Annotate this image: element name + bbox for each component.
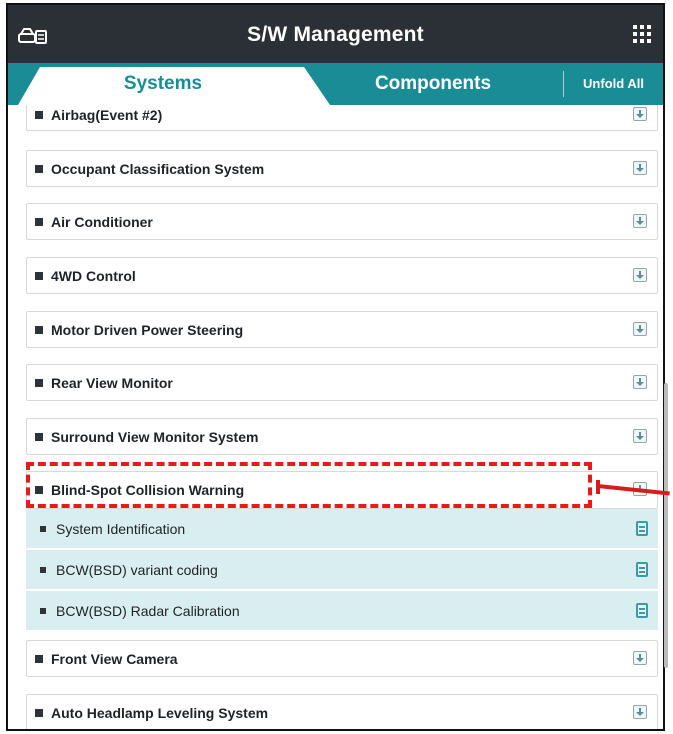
sub-list-item[interactable]: System Identification [26,509,658,549]
system-label: Surround View Monitor System [51,428,259,445]
list-item[interactable]: Motor Driven Power Steering [26,311,658,348]
bullet-icon [35,708,43,717]
document-icon[interactable] [636,602,648,618]
download-icon[interactable] [633,374,647,389]
bullet-icon [40,525,46,532]
document-icon[interactable] [636,520,648,536]
system-list: Airbag(Event #2) Occupant Classification… [8,105,663,729]
list-item[interactable]: Rear View Monitor [26,364,658,401]
list-item[interactable]: Surround View Monitor System [26,418,658,455]
sub-list-item[interactable]: BCW(BSD) Radar Calibration [26,591,658,631]
download-icon[interactable] [633,704,647,719]
document-icon[interactable] [636,561,648,577]
page-title: S/W Management [247,23,424,46]
system-label: Rear View Monitor [51,374,173,391]
app-frame: S/W Management Systems Components Unfold… [6,3,665,731]
download-icon[interactable] [633,267,647,282]
sub-item-label: BCW(BSD) Radar Calibration [56,602,240,619]
system-label: Auto Headlamp Leveling System [51,704,269,721]
system-label: Airbag(Event #2) [51,107,163,123]
list-item[interactable]: Front View Camera [26,640,658,677]
bullet-icon [35,271,43,280]
download-icon[interactable] [633,213,647,228]
bullet-icon [35,654,43,663]
system-label: Motor Driven Power Steering [51,321,244,338]
scrollbar[interactable] [664,383,668,668]
list-item[interactable]: Occupant Classification System [26,150,658,187]
download-icon[interactable] [633,160,647,175]
bullet-icon [40,607,46,614]
bullet-icon [35,378,43,387]
unfold-all-button[interactable]: Unfold All [564,69,663,99]
grid-menu-icon[interactable] [633,25,651,43]
list-item[interactable]: Air Conditioner [26,203,658,240]
tab-bar: Systems Components Unfold All [8,63,663,105]
bullet-icon [35,164,43,173]
system-label: Air Conditioner [51,213,153,230]
bullet-icon [35,111,43,119]
bullet-icon [40,566,46,573]
download-icon[interactable] [633,428,647,443]
download-icon[interactable] [633,650,647,665]
sub-item-label: System Identification [56,520,186,537]
list-item[interactable]: 4WD Control [26,257,658,294]
bullet-icon [35,217,43,226]
system-label: Front View Camera [51,650,178,667]
system-label: Occupant Classification System [51,160,265,177]
download-icon[interactable] [633,107,647,121]
top-bar: S/W Management [8,5,663,63]
sub-list-item[interactable]: BCW(BSD) variant coding [26,550,658,590]
list-item[interactable]: Airbag(Event #2) [26,105,658,131]
tab-components[interactable]: Components [308,69,558,99]
bullet-icon [35,325,43,334]
list-item[interactable]: Auto Headlamp Leveling System [26,694,658,729]
tab-systems[interactable]: Systems [18,69,308,99]
annotation-highlight-box [26,462,592,508]
download-icon[interactable] [633,321,647,336]
system-label: 4WD Control [51,267,136,284]
bullet-icon [35,432,43,441]
sub-item-label: BCW(BSD) variant coding [56,561,218,578]
